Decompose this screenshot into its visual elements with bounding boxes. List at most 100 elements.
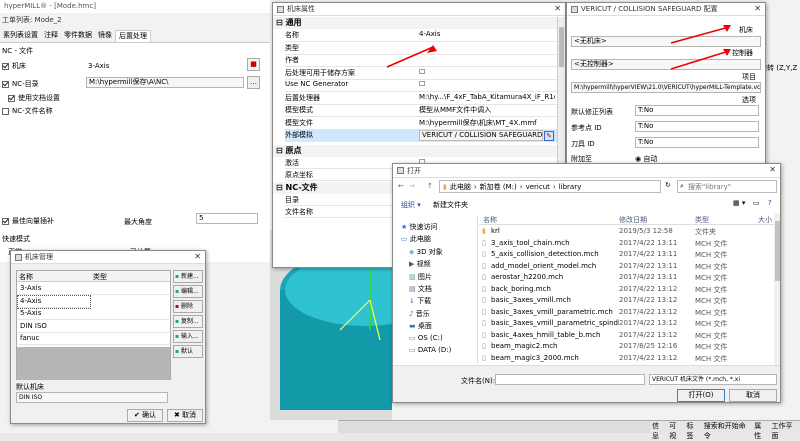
vericut-row-0-field[interactable]: T:No bbox=[635, 105, 759, 116]
ext-sim-config-button[interactable]: ✎ bbox=[544, 131, 554, 141]
machine-mgr-button-import[interactable]: ▪ 输入... bbox=[173, 330, 203, 343]
vericut-project-field[interactable]: M:\hypermill\hyperVIEW\21.0\VERICUT\hype… bbox=[571, 82, 761, 93]
machine-mgr-button-copy[interactable]: ▪ 复制... bbox=[173, 315, 203, 328]
refresh-icon[interactable]: ↻ bbox=[665, 181, 671, 189]
crumb-vericut[interactable]: vericut bbox=[526, 183, 550, 191]
expand-icon[interactable]: ⊟ bbox=[276, 18, 283, 27]
status-tab-search[interactable]: 搜索和开始命令 bbox=[702, 421, 752, 440]
search-input[interactable] bbox=[677, 180, 777, 193]
col-modified[interactable]: 修改日期 bbox=[619, 215, 647, 225]
nav-item[interactable]: ↓ 下载 bbox=[409, 296, 431, 306]
file-row[interactable]: ▯ beam_magic3_2000.mch 2017/4/22 13:12 MCH … bbox=[479, 354, 774, 365]
prop-row[interactable]: 外部模拟 VERICUT / COLLISION SAFEGUARD bbox=[285, 130, 557, 142]
cancel-button[interactable]: ✖ 取消 bbox=[167, 409, 203, 422]
machine-pick-button[interactable]: ■ bbox=[247, 58, 260, 71]
prop-value[interactable]: 4-Axis bbox=[419, 30, 440, 38]
prop-row[interactable]: Use NC Generator ☐ bbox=[285, 80, 557, 92]
scroll-thumb[interactable] bbox=[775, 221, 780, 281]
nav-back-icon[interactable]: ← bbox=[398, 182, 404, 190]
close-icon[interactable]: ✕ bbox=[554, 4, 561, 13]
file-row[interactable]: ▯ aerostar_h2200.mch 2017/4/22 13:11 MCH 文件 bbox=[479, 273, 774, 284]
close-icon[interactable]: ✕ bbox=[754, 4, 761, 13]
file-scrollbar[interactable] bbox=[774, 213, 780, 365]
machine-mgr-button-delete[interactable]: ▪ 删除 bbox=[173, 300, 203, 313]
prop-value[interactable]: 模型从MMF文件中调入 bbox=[419, 105, 491, 115]
status-tab-tags[interactable]: 标签 bbox=[685, 421, 702, 440]
tab-postprocess[interactable]: 后置处理 bbox=[115, 30, 151, 42]
close-icon[interactable]: ✕ bbox=[194, 252, 201, 261]
prop-row[interactable]: 后置处理器 M:\hy...\F_4xF_TabA_Kitamura4X_iF_R… bbox=[285, 93, 557, 105]
preview-pane-icon[interactable]: ▭ bbox=[753, 199, 760, 207]
use-doc-checkbox[interactable] bbox=[8, 94, 15, 102]
status-tab-workplane[interactable]: 工作平面 bbox=[769, 421, 800, 440]
status-tab-props[interactable]: 属性 bbox=[752, 421, 769, 440]
vericut-row-2-field[interactable]: T:No bbox=[635, 137, 759, 148]
file-row[interactable]: ▯ add_model_orient_model.mch 2017/4/22 13:… bbox=[479, 262, 774, 273]
file-type-select[interactable]: VERICUT 机床文件 (*.mch, *.xi bbox=[649, 374, 777, 385]
view-options-icon[interactable]: ▦ ▾ bbox=[733, 199, 745, 207]
nav-item[interactable]: ◈ 3D 对象 bbox=[409, 247, 443, 257]
vericut-row-1-field[interactable]: T:No bbox=[635, 121, 759, 132]
nav-item[interactable]: ▭ OS (C:) bbox=[409, 334, 443, 342]
file-row[interactable]: ▯ basic_3axes_vmill.mch 2017/4/22 13:12 MCH… bbox=[479, 296, 774, 307]
nav-item[interactable]: ★ 快速访问 bbox=[401, 222, 438, 232]
tab-notes[interactable]: 注释 bbox=[41, 30, 61, 42]
nc-dir-field[interactable]: M:\hypermill保存\A\NC\ bbox=[86, 77, 244, 88]
crumb-pc[interactable]: 此电脑 bbox=[450, 182, 471, 192]
machine-checkbox[interactable] bbox=[2, 62, 9, 70]
help-icon[interactable]: ? bbox=[768, 199, 772, 207]
nav-item[interactable]: ▨ 图片 bbox=[409, 272, 432, 282]
tab-list-settings[interactable]: 素列表设置 bbox=[0, 30, 41, 42]
filename-input[interactable] bbox=[495, 374, 645, 385]
nav-up-icon[interactable]: ↑ bbox=[427, 182, 433, 190]
machine-mgr-button-edit[interactable]: ▪ 编辑... bbox=[173, 285, 203, 298]
scroll-thumb[interactable] bbox=[559, 27, 564, 67]
machine-list-item[interactable]: 3-Axis bbox=[18, 283, 169, 295]
machine-list-item[interactable]: 5-Axis bbox=[18, 308, 169, 320]
nc-filename-checkbox[interactable] bbox=[2, 107, 9, 115]
file-row[interactable]: ▯ beam_magic2.mch 2017/8/25 12:16 MCH 文件 bbox=[479, 342, 774, 353]
col-type[interactable]: 类型 bbox=[93, 272, 107, 282]
machine-list-item[interactable]: fanuc bbox=[18, 333, 169, 345]
nc-dir-browse-button[interactable]: … bbox=[247, 76, 260, 89]
tab-mirror[interactable]: 镜像 bbox=[95, 30, 115, 42]
ok-button[interactable]: ✔ 确认 bbox=[127, 409, 163, 422]
file-row[interactable]: ▯ back_boring.mch 2017/4/22 13:12 MCH 文件 bbox=[479, 285, 774, 296]
cancel-button[interactable]: 取消 bbox=[729, 389, 777, 402]
crumb-drive[interactable]: 新加卷 (M:) bbox=[480, 182, 517, 192]
tab-part-data[interactable]: 零件数据 bbox=[61, 30, 95, 42]
file-row[interactable]: ▯ basic_3axes_vmill_parametric_spindl... 2… bbox=[479, 319, 774, 330]
crumb-library[interactable]: library bbox=[559, 183, 582, 191]
machine-list-item[interactable]: DIN ISO bbox=[18, 321, 169, 333]
nav-item[interactable]: ▭ 此电脑 bbox=[401, 234, 431, 244]
machine-list-item[interactable]: 4-Axis bbox=[17, 294, 91, 309]
prop-value[interactable]: ☐ bbox=[419, 80, 425, 88]
file-row[interactable]: ▯ basic_3axes_vmill_parametric.mch 2017/4/… bbox=[479, 308, 774, 319]
expand-icon[interactable]: ⊟ bbox=[276, 146, 283, 155]
prop-value[interactable]: M:\hy...\F_4xF_TabA_Kitamura4X_iF_R1c.om… bbox=[419, 93, 555, 101]
max-angle-field[interactable]: 5 bbox=[196, 213, 258, 224]
status-tab-info[interactable]: 信息 bbox=[650, 421, 667, 440]
expand-icon[interactable]: ⊟ bbox=[276, 183, 283, 192]
organize-button[interactable]: 组织 ▾ bbox=[401, 200, 421, 210]
file-row[interactable]: ▯ 5_axis_collision_detection.mch 2017/4/22… bbox=[479, 250, 774, 261]
address-bar[interactable]: ▮ 此电脑 › 新加卷 (M:) › vericut › library bbox=[439, 180, 661, 193]
prop-row[interactable]: 模型模式 模型从MMF文件中调入 bbox=[285, 105, 557, 117]
file-row[interactable]: ▯ basic_4axes_hmill_table_b.mch 2017/4/22 … bbox=[479, 331, 774, 342]
max-interp-checkbox[interactable] bbox=[2, 217, 9, 225]
file-row[interactable]: ▯ 3_axis_tool_chain.mch 2017/4/22 13:11 MCH… bbox=[479, 239, 774, 250]
col-size[interactable]: 大小 bbox=[758, 215, 772, 225]
col-filename[interactable]: 名称 bbox=[483, 215, 497, 225]
prop-row[interactable]: 模型文件 M:\hypermill保存\机床\MT_4X.mmf bbox=[285, 118, 557, 130]
prop-value[interactable]: VERICUT / COLLISION SAFEGUARD bbox=[419, 130, 543, 141]
open-button[interactable]: 打开(O) bbox=[677, 389, 725, 402]
radio-icon[interactable]: ◉ bbox=[635, 155, 641, 163]
nav-forward-icon[interactable]: → bbox=[409, 182, 415, 190]
new-folder-button[interactable]: 新建文件夹 bbox=[433, 200, 468, 210]
close-icon[interactable]: ✕ bbox=[769, 165, 776, 174]
prop-row[interactable]: 名称 4-Axis bbox=[285, 30, 557, 42]
col-name[interactable]: 名称 bbox=[19, 272, 33, 282]
machine-mgr-button-default[interactable]: ▪ 默认 bbox=[173, 345, 203, 358]
status-tab-visible[interactable]: 可视 bbox=[667, 421, 684, 440]
machine-mgr-button-new[interactable]: ▪ 新建... bbox=[173, 270, 203, 283]
